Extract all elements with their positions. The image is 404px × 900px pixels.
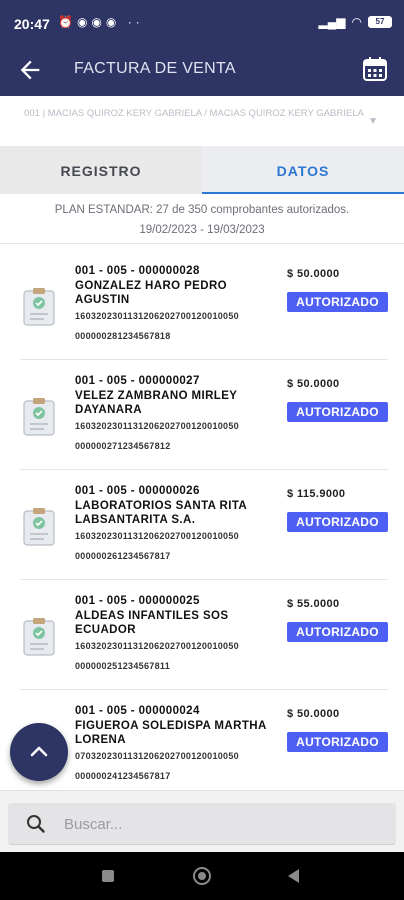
scroll-to-top-button[interactable]	[10, 723, 68, 781]
invoice-amount: $ 50.0000	[287, 268, 340, 280]
invoice-amount: $ 50.0000	[287, 708, 340, 720]
wifi-icon: ◠	[351, 15, 362, 29]
status-time: 20:47	[14, 16, 50, 32]
authorization-number-cont: 000000241234567817	[75, 771, 171, 781]
plan-summary: PLAN ESTANDAR: 27 de 350 comprobantes au…	[54, 204, 350, 216]
invoice-number: 001 - 005 - 000000026	[75, 485, 200, 497]
authorization-number-cont: 000000281234567818	[75, 331, 171, 341]
search-input[interactable]	[64, 809, 384, 839]
invoice-list[interactable]: 001 - 005 - 000000028 GONZALEZ HARO PEDR…	[0, 250, 404, 790]
tab-datos[interactable]: DATOS	[202, 146, 404, 194]
tab-registro[interactable]: REGISTRO	[0, 146, 202, 194]
list-item[interactable]: 001 - 005 - 000000028 GONZALEZ HARO PEDR…	[0, 250, 404, 360]
status-badge: AUTORIZADO	[287, 402, 388, 422]
authorization-number: 1603202301131206202700120010050	[75, 641, 239, 651]
client-name: VELEZ ZAMBRANO MIRLEY DAYANARA	[75, 390, 238, 416]
search-bar	[0, 790, 404, 852]
authorization-number: 1603202301131206202700120010050	[75, 311, 239, 321]
recents-icon[interactable]	[102, 870, 114, 882]
status-badge: AUTORIZADO	[287, 292, 388, 312]
clipboard-check-icon	[23, 398, 55, 436]
authorization-number: 1603202301131206202700120010050	[75, 421, 239, 431]
client-name: FIGUEROA SOLEDISPA MARTHA LORENA	[75, 720, 267, 746]
battery-icon: 57	[368, 16, 392, 28]
invoice-number: 001 - 005 - 000000028	[75, 265, 200, 277]
client-name: LABORATORIOS SANTA RITA LABSANTARITA S.A…	[75, 500, 247, 526]
authorization-number: 1603202301131206202700120010050	[75, 531, 239, 541]
company-selector-text: 001 | MACIAS QUIROZ KERY GABRIELA / MACI…	[24, 108, 364, 119]
list-item[interactable]: 001 - 005 - 000000026 LABORATORIOS SANTA…	[0, 470, 404, 580]
notification-icons: ⏰◉◉◉ ··	[58, 15, 144, 29]
clipboard-check-icon	[23, 508, 55, 546]
clipboard-check-icon	[23, 618, 55, 656]
nav-back-icon[interactable]	[288, 869, 299, 883]
authorization-number-cont: 000000271234567812	[75, 441, 171, 451]
invoice-amount: $ 50.0000	[287, 378, 340, 390]
tab-bar: REGISTRO DATOS	[0, 146, 404, 194]
list-item[interactable]: 001 - 005 - 000000025 ALDEAS INFANTILES …	[0, 580, 404, 690]
authorization-number-cont: 000000261234567817	[75, 551, 171, 561]
back-arrow-icon[interactable]	[16, 56, 44, 84]
status-badge: AUTORIZADO	[287, 512, 388, 532]
status-bar: 20:47 ⏰◉◉◉ ·· ▂▄▆ ◠ 57	[0, 0, 404, 46]
status-badge: AUTORIZADO	[287, 622, 388, 642]
page-title: FACTURA DE VENTA	[74, 60, 236, 77]
clipboard-check-icon	[23, 288, 55, 326]
invoice-amount: $ 55.0000	[287, 598, 340, 610]
search-box[interactable]	[8, 803, 396, 845]
plan-info: PLAN ESTANDAR: 27 de 350 comprobantes au…	[0, 194, 404, 244]
signal-icon: ▂▄▆	[318, 15, 346, 29]
home-icon[interactable]	[193, 867, 211, 885]
dropdown-caret-icon: ▼	[368, 116, 378, 127]
status-badge: AUTORIZADO	[287, 732, 388, 752]
invoice-number: 001 - 005 - 000000024	[75, 705, 200, 717]
list-item[interactable]: 001 - 005 - 000000027 VELEZ ZAMBRANO MIR…	[0, 360, 404, 470]
client-name: ALDEAS INFANTILES SOS ECUADOR	[75, 610, 229, 636]
system-nav-bar	[0, 852, 404, 900]
chevron-up-icon	[30, 746, 48, 757]
client-name: GONZALEZ HARO PEDRO AGUSTIN	[75, 280, 227, 306]
app-bar: FACTURA DE VENTA	[0, 46, 404, 96]
plan-period: 19/02/2023 - 19/03/2023	[139, 224, 265, 236]
company-selector[interactable]: 001 | MACIAS QUIROZ KERY GABRIELA / MACI…	[0, 96, 404, 146]
invoice-number: 001 - 005 - 000000027	[75, 375, 200, 387]
invoice-number: 001 - 005 - 000000025	[75, 595, 200, 607]
authorization-number-cont: 000000251234567811	[75, 661, 170, 671]
invoice-amount: $ 115.9000	[287, 488, 346, 500]
calendar-icon[interactable]	[362, 56, 388, 82]
search-icon	[27, 815, 45, 833]
system-icons: ▂▄▆ ◠ 57	[319, 15, 392, 29]
authorization-number: 0703202301131206202700120010050	[75, 751, 239, 761]
